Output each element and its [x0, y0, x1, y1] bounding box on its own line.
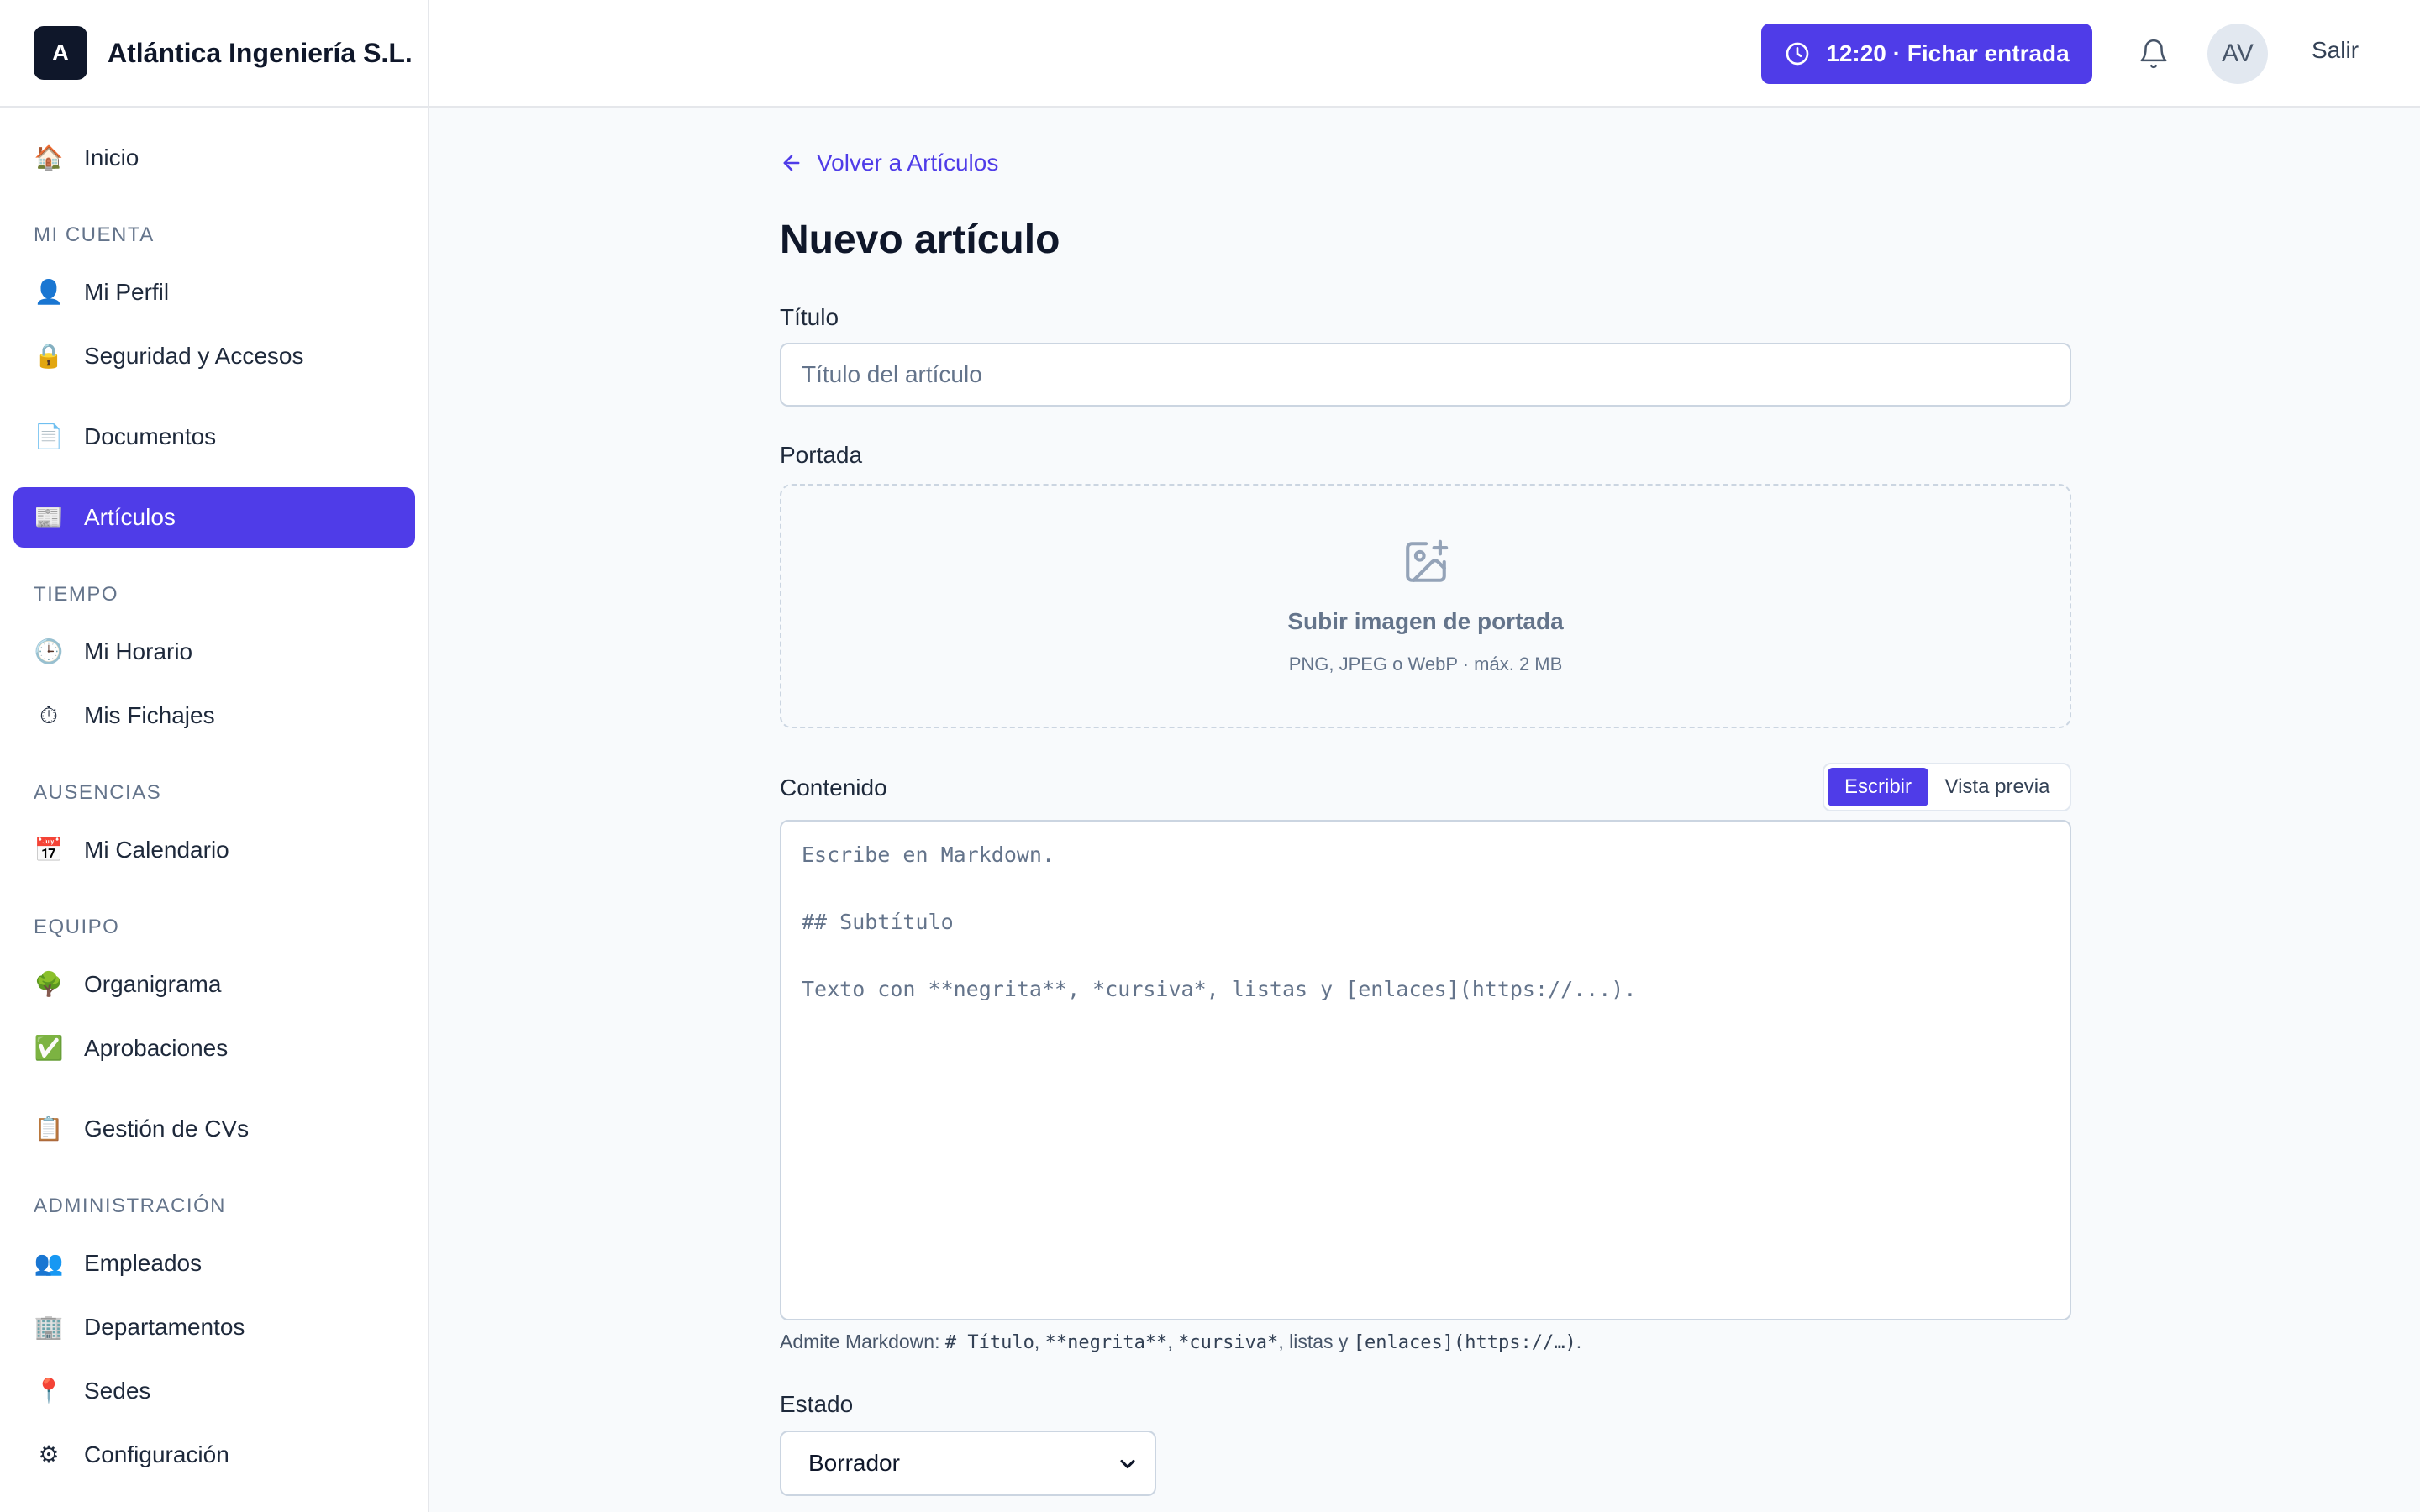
section-administracion: ADMINISTRACIÓN: [34, 1194, 227, 1217]
home-icon: 🏠: [34, 144, 64, 171]
stopwatch-icon: ⏱: [39, 702, 58, 728]
logout-button[interactable]: Salir: [2312, 37, 2359, 64]
title-input[interactable]: [780, 343, 2071, 407]
sidebar-item-label: Gestión de CVs: [84, 1116, 250, 1142]
sidebar-item-label: Configuración: [84, 1441, 229, 1467]
sidebar-item-label: Artículos: [84, 504, 176, 530]
sidebar-item-calendario[interactable]: 📅 Mi Calendario: [13, 820, 415, 880]
hint-code: *cursiva*: [1178, 1332, 1279, 1353]
hint-text: , listas y: [1278, 1331, 1354, 1352]
sidebar-item-empleados[interactable]: 👥 Empleados: [13, 1233, 415, 1294]
hint-code: [enlaces](https://…): [1353, 1332, 1576, 1353]
title-label: Título: [780, 304, 839, 330]
building-icon: 🏢: [34, 1314, 64, 1340]
page-title: Nuevo artículo: [780, 218, 1060, 262]
hint-text: .: [1576, 1331, 1582, 1352]
lock-icon: 🔒: [34, 343, 64, 369]
status-select[interactable]: Borrador: [780, 1431, 1156, 1496]
hint-code: # Título: [944, 1332, 1034, 1353]
sidebar-item-fichajes[interactable]: ⏱ Mis Fichajes: [13, 685, 415, 746]
clock-icon: [1786, 42, 1809, 66]
cover-upload-dropzone[interactable]: Subir imagen de portada PNG, JPEG o WebP…: [780, 484, 2071, 728]
hint-text: ,: [1167, 1331, 1179, 1352]
tree-icon: 🌳: [34, 971, 64, 997]
sidebar-item-configuracion[interactable]: ⚙ Configuración: [13, 1425, 415, 1485]
arrow-left-icon: [783, 155, 800, 171]
content-editor[interactable]: [780, 820, 2071, 1320]
status-label: Estado: [780, 1391, 854, 1417]
sidebar-item-label: Departamentos: [84, 1314, 245, 1340]
upload-hint: PNG, JPEG o WebP · máx. 2 MB: [1288, 654, 1563, 675]
section-equipo: EQUIPO: [34, 916, 120, 938]
sidebar-item-seguridad[interactable]: 🔒 Seguridad y Accesos: [13, 326, 415, 386]
back-link-label: Volver a Artículos: [817, 150, 999, 176]
sidebar-item-label: Organigrama: [84, 971, 222, 997]
back-link[interactable]: Volver a Artículos: [780, 150, 998, 176]
content-label: Contenido: [780, 774, 887, 801]
user-icon: 👤: [34, 279, 64, 305]
hint-text: Admite Markdown:: [780, 1331, 945, 1352]
sidebar-item-sedes[interactable]: 📍 Sedes: [13, 1361, 415, 1421]
sidebar: A Atlántica Ingeniería S.L. 🏠 Inicio MI …: [0, 0, 429, 1512]
newspaper-icon: 📰: [34, 504, 64, 530]
gear-icon: ⚙: [38, 1441, 60, 1467]
sidebar-item-label: Mi Horario: [84, 638, 193, 664]
bell-icon[interactable]: [2133, 34, 2174, 74]
section-mi-cuenta: MI CUENTA: [34, 223, 155, 246]
clock-in-button[interactable]: 12:20 · Fichar entrada: [1761, 24, 2092, 84]
pin-icon: 📍: [34, 1378, 64, 1404]
cover-label: Portada: [780, 442, 863, 468]
sidebar-item-label: Mi Perfil: [84, 279, 170, 305]
upload-title: Subir imagen de portada: [1287, 608, 1564, 634]
section-tiempo: TIEMPO: [34, 583, 119, 606]
sidebar-item-documentos[interactable]: 📄 Documentos: [13, 407, 415, 467]
sidebar-item-departamentos[interactable]: 🏢 Departamentos: [13, 1297, 415, 1357]
users-icon: 👥: [34, 1250, 64, 1276]
topbar: 12:20 · Fichar entrada AV Salir: [429, 0, 2420, 108]
sidebar-item-perfil[interactable]: 👤 Mi Perfil: [13, 262, 415, 323]
sidebar-item-label: Mi Calendario: [84, 837, 229, 863]
image-plus-icon: [1406, 539, 1449, 582]
sidebar-item-label: Sedes: [84, 1378, 151, 1404]
sidebar-item-label: Mis Fichajes: [84, 702, 215, 728]
clock-in-label: 12:20 · Fichar entrada: [1826, 40, 2070, 66]
sidebar-item-label: Documentos: [84, 423, 217, 449]
brand-logo[interactable]: A: [34, 26, 87, 80]
hint-text: ,: [1034, 1331, 1045, 1352]
sidebar-item-articulos[interactable]: 📰 Artículos: [13, 487, 415, 548]
sidebar-item-aprobaciones[interactable]: ✅ Aprobaciones: [13, 1018, 415, 1079]
clipboard-icon: 📋: [34, 1116, 64, 1142]
clock-icon: 🕒: [34, 638, 64, 664]
chevron-down-icon: [1120, 1459, 1135, 1469]
brand: A Atlántica Ingeniería S.L.: [0, 0, 428, 108]
sidebar-item-label: Inicio: [84, 144, 139, 171]
sidebar-item-horario[interactable]: 🕒 Mi Horario: [13, 622, 415, 682]
sidebar-item-label: Aprobaciones: [84, 1035, 229, 1061]
sidebar-item-label: Empleados: [84, 1250, 203, 1276]
sidebar-item-label: Seguridad y Accesos: [84, 343, 304, 369]
tab-write[interactable]: Escribir: [1828, 768, 1928, 806]
section-ausencias: AUSENCIAS: [34, 781, 162, 804]
status-select-value: Borrador: [808, 1450, 900, 1476]
checkbox-icon: ✅: [34, 1035, 64, 1061]
markdown-hint: Admite Markdown: # Título, **negrita** , …: [780, 1331, 1581, 1353]
calendar-icon: 📅: [34, 837, 64, 863]
hint-code: **negrita**: [1044, 1332, 1168, 1353]
sidebar-item-inicio[interactable]: 🏠 Inicio: [13, 128, 415, 188]
sidebar-item-cvs[interactable]: 📋 Gestión de CVs: [13, 1099, 415, 1159]
sidebar-item-organigrama[interactable]: 🌳 Organigrama: [13, 954, 415, 1015]
document-icon: 📄: [34, 423, 64, 449]
editor-mode-toggle: Escribir Vista previa: [1823, 763, 2071, 811]
brand-name[interactable]: Atlántica Ingeniería S.L.: [108, 38, 413, 69]
tab-preview[interactable]: Vista previa: [1928, 768, 2066, 806]
avatar[interactable]: AV: [2207, 24, 2268, 84]
